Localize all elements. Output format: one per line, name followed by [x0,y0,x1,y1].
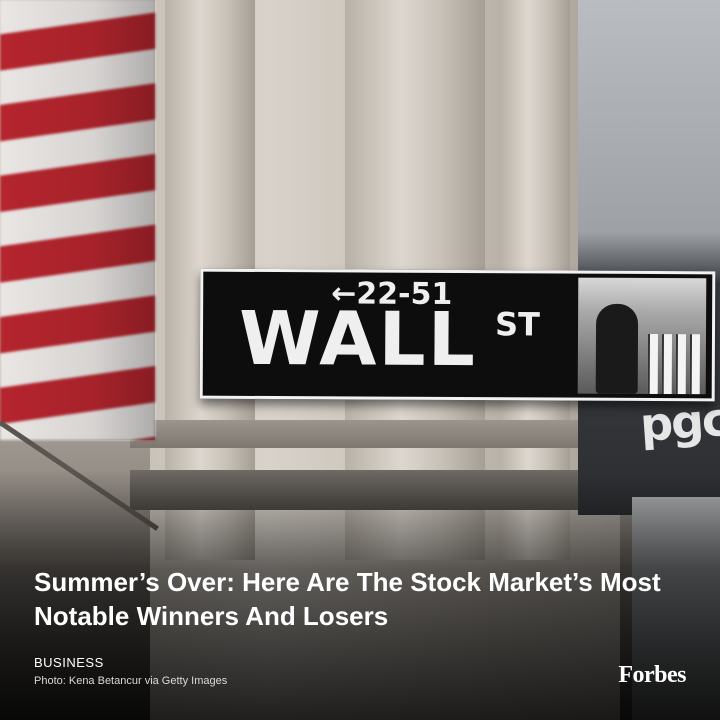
emblem-column [689,334,701,395]
article-card[interactable]: pgc ←22-51 WALL ST Summer’s Over: Here A… [0,0,720,720]
article-category[interactable]: BUSINESS [34,655,104,670]
emblem-column [661,334,673,395]
wall-street-sign: ←22-51 WALL ST [199,268,716,402]
building-ledge [130,420,650,448]
sign-street-name: WALL [238,295,478,384]
stock-exchange-emblem [577,277,707,395]
flag-shadow [0,0,155,440]
emblem-column [675,334,687,395]
forbes-logo[interactable]: Forbes [618,662,686,689]
emblem-column [647,333,659,395]
emblem-statue [595,303,639,394]
article-headline[interactable]: Summer’s Over: Here Are The Stock Market… [34,565,694,633]
sign-street-suffix: ST [494,305,541,344]
photo-credit: Photo: Kena Betancur via Getty Images [34,675,228,687]
